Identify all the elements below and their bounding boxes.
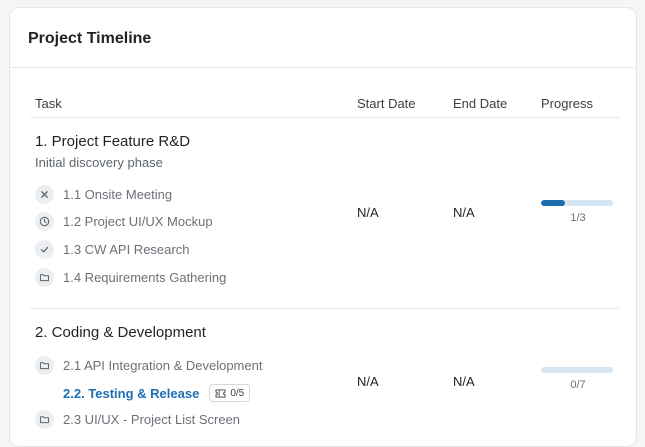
folder-icon	[35, 267, 54, 287]
subtask-label: 1.2 Project UI/UX Mockup	[63, 213, 213, 229]
progress-indicator: 1/3	[541, 200, 615, 224]
subtask-item[interactable]: 1.3 CW API Research	[35, 238, 189, 260]
subtask-label[interactable]: 2.2. Testing & Release	[63, 386, 199, 401]
header-task: Task	[35, 96, 62, 111]
folder-icon	[35, 355, 54, 375]
header-start-date: Start Date	[357, 96, 416, 111]
progress-track	[541, 200, 613, 206]
end-date: N/A	[453, 205, 475, 220]
check-icon	[35, 239, 54, 259]
subtask-label: 1.4 Requirements Gathering	[63, 269, 227, 285]
subtask-label: 2.1 API Integration & Development	[63, 357, 263, 373]
task-group: 2. Coding & Development 2.1 API Integrat…	[30, 309, 620, 446]
subtask-item[interactable]: 2.1 API Integration & Development	[35, 354, 262, 376]
subtask-label: 1.3 CW API Research	[63, 241, 190, 257]
subtask-label: 1.1 Onsite Meeting	[63, 186, 173, 202]
progress-label: 0/7	[570, 379, 586, 391]
subtask-item[interactable]: 1.4 Requirements Gathering	[35, 266, 226, 288]
group-title[interactable]: 2. Coding & Development	[35, 324, 206, 341]
project-timeline-card: Project Timeline Task Start Date End Dat…	[9, 7, 637, 447]
start-date: N/A	[357, 374, 379, 389]
progress-indicator: 0/7	[541, 367, 615, 391]
group-title[interactable]: 1. Project Feature R&D	[35, 133, 190, 150]
end-date: N/A	[453, 374, 475, 389]
subtask-item[interactable]: 1.2 Project UI/UX Mockup	[35, 210, 213, 232]
clock-icon	[35, 211, 54, 231]
progress-track	[541, 367, 613, 373]
task-group: 1. Project Feature R&D Initial discovery…	[30, 118, 620, 309]
header-progress: Progress	[541, 96, 594, 111]
card-title: Project Timeline	[10, 8, 636, 68]
timeline-table: Task Start Date End Date Progress 1. Pro…	[30, 68, 620, 446]
progress-fill	[541, 200, 565, 206]
header-end-date: End Date	[453, 96, 508, 111]
close-icon	[35, 184, 54, 204]
badge-count: 0/5	[230, 387, 245, 399]
subtask-item[interactable]: 2.3 UI/UX - Project List Screen	[35, 408, 240, 430]
start-date: N/A	[357, 205, 379, 220]
subtask-label: 2.3 UI/UX - Project List Screen	[63, 411, 241, 427]
subtask-item[interactable]: 1.1 Onsite Meeting	[35, 183, 172, 205]
ticket-icon	[215, 388, 226, 398]
progress-label: 1/3	[570, 212, 586, 224]
subtask-item-active[interactable]: 2.2. Testing & Release 0/5	[35, 382, 251, 404]
group-subtitle: Initial discovery phase	[35, 155, 163, 170]
subtask-count-badge[interactable]: 0/5	[209, 384, 251, 402]
table-header-row: Task Start Date End Date Progress	[30, 68, 620, 118]
folder-icon	[35, 409, 54, 429]
